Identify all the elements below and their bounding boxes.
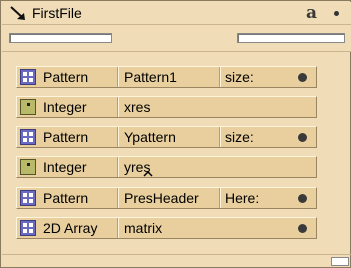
dot-button[interactable] (298, 73, 307, 82)
field-extra: size: (225, 69, 254, 85)
left-slot-field[interactable] (9, 33, 112, 43)
divider (219, 67, 221, 87)
field-name[interactable]: Ypattern (124, 129, 176, 145)
integer-icon (20, 159, 36, 175)
divider (117, 188, 119, 208)
pattern-grid-icon (20, 129, 36, 145)
field-extra: Here: (225, 190, 260, 206)
divider (117, 157, 119, 177)
integer-icon (20, 99, 36, 115)
title-bar[interactable]: FirstFile a (2, 2, 351, 25)
field-name[interactable]: xres (124, 99, 150, 115)
dot-button[interactable] (298, 224, 307, 233)
field-type: Pattern (43, 69, 89, 85)
dot-button[interactable] (298, 194, 307, 203)
divider (117, 218, 119, 238)
field-row[interactable]: Integer xres (16, 96, 317, 118)
field-type: 2D Array (43, 220, 98, 236)
field-extra: size: (225, 129, 254, 145)
a-button[interactable]: a (302, 4, 321, 23)
right-slot-field[interactable] (237, 33, 345, 43)
field-name[interactable]: Pattern1 (124, 69, 177, 85)
field-type: Pattern (43, 190, 89, 206)
resize-handle[interactable] (331, 257, 349, 266)
field-name[interactable]: matrix (124, 220, 162, 236)
divider (117, 97, 119, 117)
pattern-grid-icon (20, 69, 36, 85)
field-row[interactable]: Pattern PresHeader Here: (16, 187, 317, 209)
field-row[interactable]: Pattern Ypattern size: (16, 126, 317, 148)
divider (219, 127, 221, 147)
window-title: FirstFile (32, 5, 82, 21)
arrow-icon[interactable] (8, 4, 28, 22)
bottom-divider (2, 254, 351, 255)
pattern-grid-icon (20, 190, 36, 206)
array-grid-icon (20, 220, 36, 236)
field-type: Integer (43, 99, 87, 115)
field-name[interactable]: PresHeader (124, 190, 199, 206)
field-row[interactable]: Pattern Pattern1 size: (16, 66, 317, 88)
divider (117, 67, 119, 87)
menu-dot-button[interactable] (327, 4, 346, 23)
divider (219, 188, 221, 208)
field-row[interactable]: 2D Array matrix (16, 217, 317, 239)
field-row[interactable]: Integer yres (16, 156, 317, 178)
divider (117, 127, 119, 147)
caret-icon (143, 171, 153, 177)
file-window: FirstFile a Pattern Pattern1 size: Integ… (0, 0, 351, 268)
dot-button[interactable] (298, 133, 307, 142)
field-type: Pattern (43, 129, 89, 145)
top-strip (2, 25, 351, 52)
field-type: Integer (43, 159, 87, 175)
